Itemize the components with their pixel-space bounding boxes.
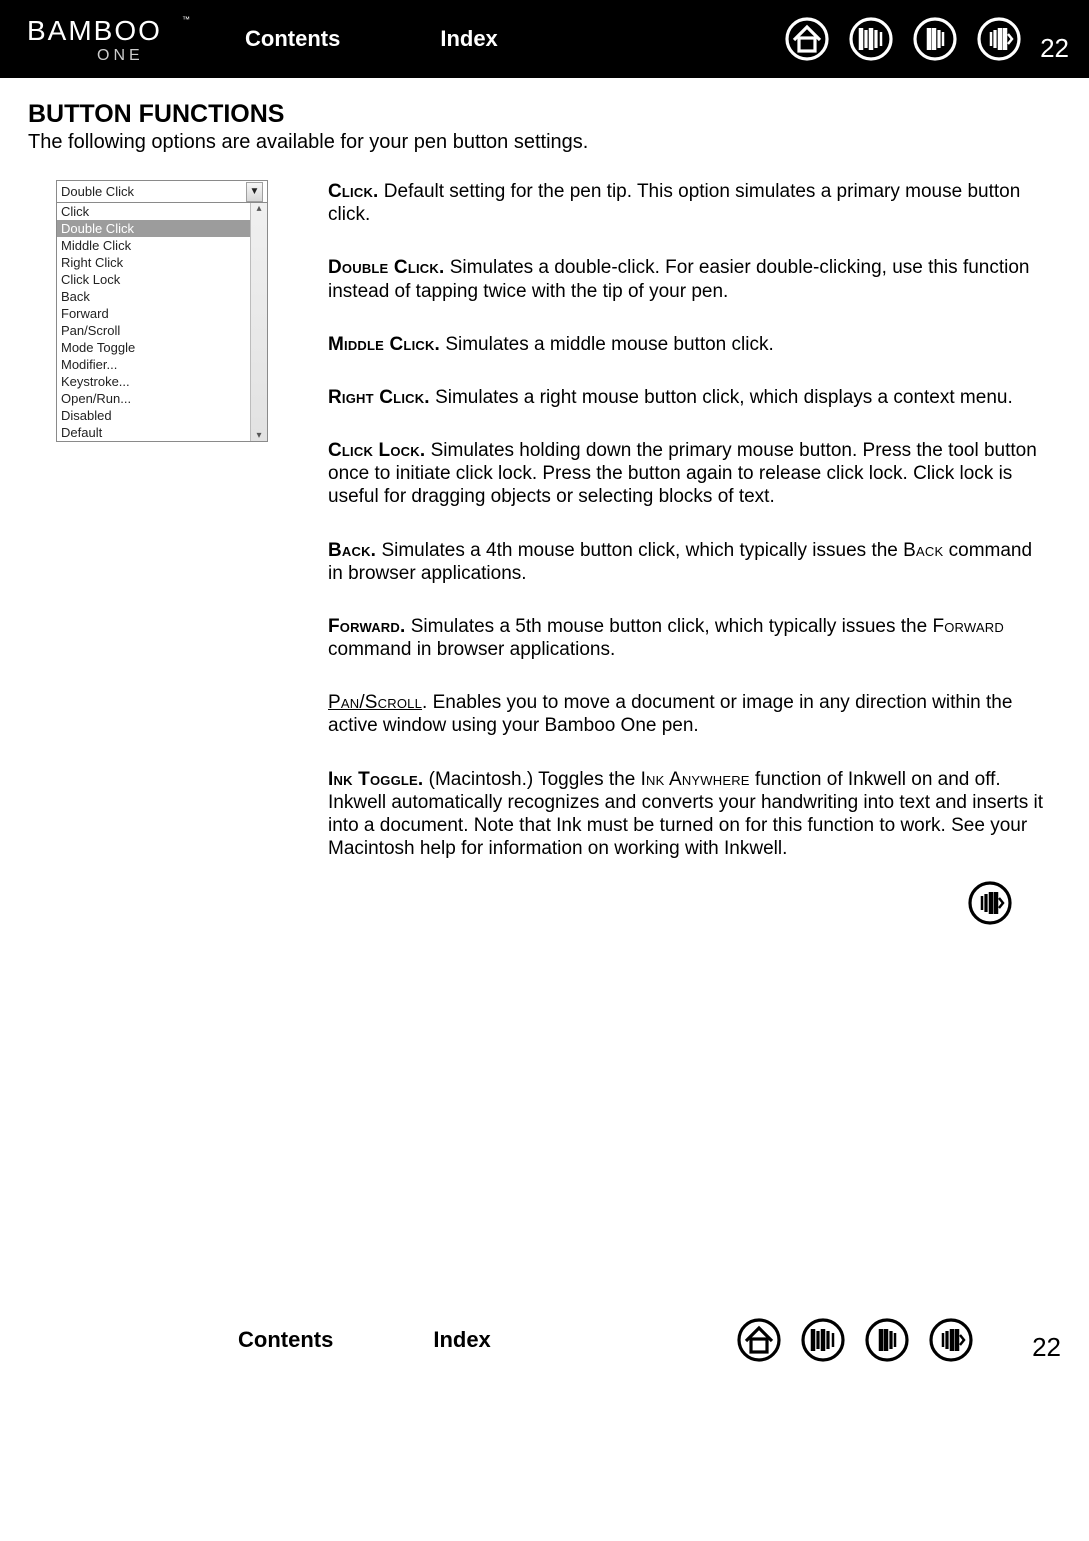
- body-forward-sc: Forward: [932, 616, 1004, 637]
- body-back-sc: Back: [903, 540, 943, 561]
- bamboo-one-logo: BAMBOO ONE ™: [0, 12, 195, 66]
- def-double-click: Double Click. Simulates a double-click. …: [328, 256, 1051, 302]
- dropdown-item[interactable]: Middle Click: [57, 237, 267, 254]
- footer-nav-links: Contents Index: [238, 1327, 491, 1353]
- intro-text: The following options are available for …: [28, 131, 1061, 154]
- def-middle-click: Middle Click. Simulates a middle mouse b…: [328, 333, 1051, 356]
- dropdown-scrollbar[interactable]: ▴ ▾: [250, 203, 267, 441]
- dropdown-caret-icon[interactable]: ▼: [246, 182, 263, 202]
- term-middle-click: Middle Click.: [328, 334, 440, 355]
- dropdown-item[interactable]: Double Click: [57, 220, 267, 237]
- def-click-lock: Click Lock. Simulates holding down the p…: [328, 439, 1051, 509]
- scroll-up-icon[interactable]: ▴: [256, 203, 261, 214]
- footer-bar: Contents Index 22: [0, 1316, 1089, 1393]
- def-forward: Forward. Simulates a 5th mouse button cl…: [328, 615, 1051, 661]
- body-forward-b: command in browser applications.: [328, 639, 615, 660]
- term-click-lock: Click Lock.: [328, 440, 425, 461]
- dropdown-selected[interactable]: Double Click ▼: [57, 181, 267, 203]
- body-back-a: Simulates a 4th mouse button click, whic…: [376, 540, 903, 561]
- def-back: Back. Simulates a 4th mouse button click…: [328, 539, 1051, 585]
- def-right-click: Right Click. Simulates a right mouse but…: [328, 386, 1051, 409]
- dropdown-item[interactable]: Forward: [57, 305, 267, 322]
- contents-link[interactable]: Contents: [238, 1327, 333, 1353]
- dropdown-item[interactable]: Open/Run...: [57, 390, 267, 407]
- body-ink-a: (Macintosh.) Toggles the: [423, 769, 640, 790]
- dropdown-item[interactable]: Mode Toggle: [57, 339, 267, 356]
- dropdown-item[interactable]: Right Click: [57, 254, 267, 271]
- body-pan-scroll: . Enables you to move a document or imag…: [328, 692, 1012, 736]
- body-ink-sc: Ink Anywhere: [641, 769, 750, 790]
- term-double-click: Double Click.: [328, 257, 444, 278]
- next-page-icon[interactable]: [928, 1317, 974, 1363]
- header-icon-row: [784, 16, 1022, 62]
- body-middle-click: Simulates a middle mouse button click.: [440, 334, 774, 355]
- prev-page-icon[interactable]: [912, 16, 958, 62]
- term-click: Click.: [328, 181, 379, 202]
- index-link[interactable]: Index: [440, 26, 497, 52]
- svg-text:ONE: ONE: [97, 47, 144, 64]
- term-back: Back.: [328, 540, 376, 561]
- term-ink-toggle: Ink Toggle.: [328, 769, 423, 790]
- first-page-icon[interactable]: [848, 16, 894, 62]
- next-page-icon[interactable]: [967, 880, 1013, 926]
- index-link[interactable]: Index: [433, 1327, 490, 1353]
- svg-text:™: ™: [182, 15, 190, 24]
- def-ink-toggle: Ink Toggle. (Macintosh.) Toggles the Ink…: [328, 768, 1051, 861]
- continue-icon-row: [28, 880, 1061, 926]
- definitions-column: Click. Default setting for the pen tip. …: [328, 180, 1061, 860]
- header-nav-links: Contents Index: [245, 26, 498, 52]
- dropdown-item[interactable]: Default: [57, 424, 267, 441]
- def-pan-scroll: Pan/Scroll. Enables you to move a docume…: [328, 691, 1051, 737]
- body-click: Default setting for the pen tip. This op…: [328, 181, 1020, 225]
- scroll-down-icon[interactable]: ▾: [256, 430, 261, 441]
- dropdown-item[interactable]: Modifier...: [57, 356, 267, 373]
- page-title: BUTTON FUNCTIONS: [28, 100, 1061, 129]
- first-page-icon[interactable]: [800, 1317, 846, 1363]
- footer-icon-row: [736, 1317, 974, 1363]
- contents-link[interactable]: Contents: [245, 26, 340, 52]
- page-number-top: 22: [1040, 33, 1069, 64]
- def-click: Click. Default setting for the pen tip. …: [328, 180, 1051, 226]
- home-icon[interactable]: [736, 1317, 782, 1363]
- header-bar: BAMBOO ONE ™ Contents Index 22: [0, 0, 1089, 78]
- home-icon[interactable]: [784, 16, 830, 62]
- term-right-click: Right Click.: [328, 387, 430, 408]
- dropdown-item[interactable]: Click Lock: [57, 271, 267, 288]
- dropdown-item[interactable]: Keystroke...: [57, 373, 267, 390]
- page-number-bottom: 22: [1032, 1332, 1061, 1363]
- body-right-click: Simulates a right mouse button click, wh…: [430, 387, 1013, 408]
- dropdown-item[interactable]: Disabled: [57, 407, 267, 424]
- term-forward: Forward.: [328, 616, 405, 637]
- dropdown-list[interactable]: ClickDouble ClickMiddle ClickRight Click…: [57, 203, 267, 441]
- next-page-icon[interactable]: [976, 16, 1022, 62]
- dropdown-selected-label: Double Click: [61, 181, 134, 203]
- dropdown-item[interactable]: Back: [57, 288, 267, 305]
- prev-page-icon[interactable]: [864, 1317, 910, 1363]
- button-function-dropdown[interactable]: Double Click ▼ ClickDouble ClickMiddle C…: [56, 180, 268, 442]
- page-content: BUTTON FUNCTIONS The following options a…: [0, 78, 1089, 936]
- body-click-lock: Simulates holding down the primary mouse…: [328, 440, 1037, 507]
- body-forward-a: Simulates a 5th mouse button click, whic…: [405, 616, 932, 637]
- term-pan-scroll[interactable]: Pan/Scroll: [328, 692, 422, 713]
- svg-text:BAMBOO: BAMBOO: [27, 15, 162, 46]
- dropdown-item[interactable]: Click: [57, 203, 267, 220]
- dropdown-item[interactable]: Pan/Scroll: [57, 322, 267, 339]
